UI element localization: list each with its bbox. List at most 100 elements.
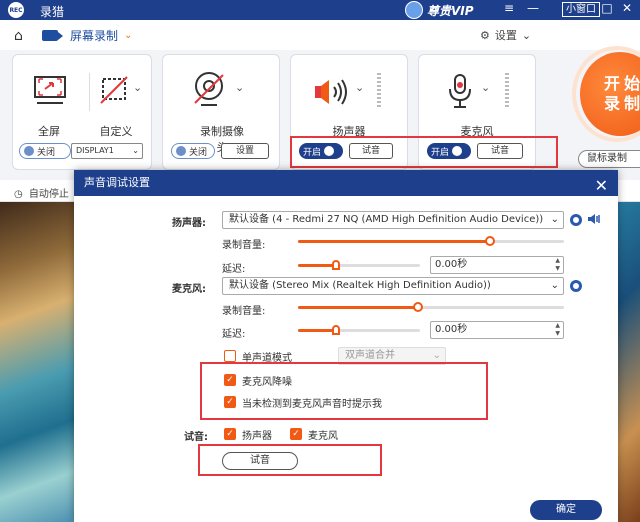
home-icon[interactable]: ⌂ xyxy=(14,28,23,44)
mic-device-value: 默认设备 (Stereo Mix (Realtek High Definitio… xyxy=(229,280,491,291)
custom-area-icon[interactable] xyxy=(97,73,131,107)
maximize-icon[interactable]: □ xyxy=(598,1,616,15)
highlight-box xyxy=(200,362,488,420)
toolbar: ⌂ 屏幕录制 ⌄ ⚙ 设置 ⌄ xyxy=(0,20,640,50)
display-toggle[interactable]: 关闭 xyxy=(19,143,71,159)
webcam-icon[interactable] xyxy=(193,71,227,109)
display-select[interactable]: DISPLAY1 ⌄ xyxy=(71,143,143,159)
minimize-icon[interactable]: — xyxy=(524,1,542,15)
audio-settings-dialog: 声音调试设置 ✕ 扬声器: 默认设备 (4 - Redmi 27 NQ (AMD… xyxy=(74,170,618,522)
test-speaker-label: 扬声器 xyxy=(242,431,272,442)
screen-area-card: ⌄ 全屏 自定义 关闭 DISPLAY1 ⌄ xyxy=(12,54,152,170)
speaker-delay-input[interactable]: 0.00秒 ▲ ▼ xyxy=(430,256,564,274)
speaker-delay-slider[interactable] xyxy=(298,260,420,270)
speaker-volume-slider[interactable] xyxy=(298,236,564,246)
auto-stop-label: 自动停止 xyxy=(28,189,69,200)
display-select-value: DISPLAY1 xyxy=(76,146,114,155)
mono-mode-value: 双声道合并 xyxy=(345,350,395,361)
slider-fill xyxy=(298,240,490,243)
chevron-down-icon: ⌄ xyxy=(550,280,559,291)
volume-meter xyxy=(377,73,381,109)
vip-badge[interactable]: 尊贵VIP xyxy=(405,1,474,19)
avatar[interactable] xyxy=(405,1,423,19)
notify-checkbox[interactable]: ✓ xyxy=(224,396,236,408)
test-sound-button[interactable]: 试音 xyxy=(222,452,298,470)
mouse-record-button[interactable]: 鼠标录制 xyxy=(578,150,640,168)
settings-button[interactable]: ⚙ 设置 ⌄ xyxy=(480,27,531,43)
speaker-volume-icon[interactable] xyxy=(588,213,602,225)
dialog-title-bar: 声音调试设置 ✕ xyxy=(74,170,618,196)
close-icon[interactable]: ✕ xyxy=(618,1,636,15)
speaker-icon[interactable] xyxy=(313,77,351,107)
chevron-down-icon[interactable]: ⌄ xyxy=(235,81,244,94)
speaker-delay-label: 延迟: xyxy=(222,264,246,275)
ok-button[interactable]: 确定 xyxy=(530,500,602,520)
mic-volume-slider[interactable] xyxy=(298,302,564,312)
slider-thumb[interactable] xyxy=(413,302,423,312)
notify-label: 当未检测到麦克风声音时提示我 xyxy=(242,399,382,410)
speaker-device-select[interactable]: 默认设备 (4 - Redmi 27 NQ (AMD High Definiti… xyxy=(222,211,564,229)
camera-card: ⌄ 录制摄像头 关闭 设置 xyxy=(162,54,280,170)
speaker-delay-value: 0.00秒 xyxy=(435,259,468,270)
camera-settings-button[interactable]: 设置 xyxy=(221,143,269,159)
toggle-knob xyxy=(24,146,34,156)
speaker-volume-label: 录制音量: xyxy=(222,240,266,251)
gear-icon[interactable] xyxy=(570,280,582,292)
test-mic-label: 麦克风 xyxy=(308,431,338,442)
gear-icon: ⚙ xyxy=(480,28,490,42)
slider-thumb[interactable] xyxy=(332,260,340,270)
mic-volume-label: 录制音量: xyxy=(222,306,266,317)
vip-label: 尊贵VIP xyxy=(427,3,474,18)
mic-delay-slider[interactable] xyxy=(298,325,420,335)
display-toggle-label: 关闭 xyxy=(37,147,56,158)
highlight-box xyxy=(290,136,558,168)
chevron-down-icon[interactable]: ⌄ xyxy=(133,81,142,94)
chevron-down-icon[interactable]: ⌄ xyxy=(481,81,490,94)
mic-device-select[interactable]: 默认设备 (Stereo Mix (Realtek High Definitio… xyxy=(222,277,564,295)
slider-thumb[interactable] xyxy=(485,236,495,246)
chevron-down-icon: ⌄ xyxy=(124,30,133,41)
record-mode-label: 屏幕录制 xyxy=(70,29,119,43)
fullscreen-icon[interactable] xyxy=(33,73,67,107)
chevron-down-icon: ⌄ xyxy=(550,214,559,225)
clock-icon: ◷ xyxy=(14,189,23,200)
camera-toggle-label: 关闭 xyxy=(189,147,208,158)
test-section-label: 试音: xyxy=(184,432,208,443)
fullscreen-label: 全屏 xyxy=(38,125,60,138)
background-image-left xyxy=(0,202,80,522)
camera-toggle[interactable]: 关闭 xyxy=(171,143,215,159)
volume-meter xyxy=(505,73,509,109)
gear-icon[interactable] xyxy=(570,214,582,226)
mini-window-button[interactable]: 小窗口 xyxy=(562,2,600,17)
noise-reduction-checkbox[interactable]: ✓ xyxy=(224,374,236,386)
slider-thumb[interactable] xyxy=(332,325,340,335)
title-bar: REC 录猎 尊贵VIP ≡ — 小窗口 □ ✕ xyxy=(0,0,640,20)
mic-delay-label: 延迟: xyxy=(222,329,246,340)
slider-fill xyxy=(298,306,418,309)
spin-arrows-icon[interactable]: ▲ ▼ xyxy=(555,257,560,273)
microphone-icon[interactable] xyxy=(447,73,473,109)
app-title: 录猎 xyxy=(40,5,65,19)
main-panel: ⌄ 全屏 自定义 关闭 DISPLAY1 ⌄ ⌄ 录制摄像头 关闭 设置 xyxy=(0,50,640,180)
mic-delay-value: 0.00秒 xyxy=(435,324,468,335)
menu-icon[interactable]: ≡ xyxy=(500,1,518,15)
speaker-section-label: 扬声器: xyxy=(172,218,206,229)
toggle-knob xyxy=(176,146,186,156)
mono-checkbox[interactable] xyxy=(224,350,236,362)
record-mode-dropdown[interactable]: 屏幕录制 ⌄ xyxy=(42,27,132,44)
app-logo-icon: REC xyxy=(8,2,24,18)
test-speaker-checkbox[interactable]: ✓ xyxy=(224,428,236,440)
auto-stop-button[interactable]: ◷ 自动停止 xyxy=(14,185,69,200)
start-line-2: 录制 xyxy=(604,94,640,113)
chevron-down-icon: ⌄ xyxy=(132,146,139,155)
chevron-down-icon[interactable]: ⌄ xyxy=(355,81,364,94)
camera-icon xyxy=(42,30,63,41)
mic-delay-input[interactable]: 0.00秒 ▲ ▼ xyxy=(430,321,564,339)
spin-arrows-icon[interactable]: ▲ ▼ xyxy=(555,322,560,338)
mic-section-label: 麦克风: xyxy=(172,284,206,295)
speaker-device-value: 默认设备 (4 - Redmi 27 NQ (AMD High Definiti… xyxy=(229,214,544,225)
settings-label: 设置 xyxy=(494,29,517,42)
close-icon[interactable]: ✕ xyxy=(595,173,608,199)
start-line-1: 开始 xyxy=(604,74,640,93)
test-mic-checkbox[interactable]: ✓ xyxy=(290,428,302,440)
